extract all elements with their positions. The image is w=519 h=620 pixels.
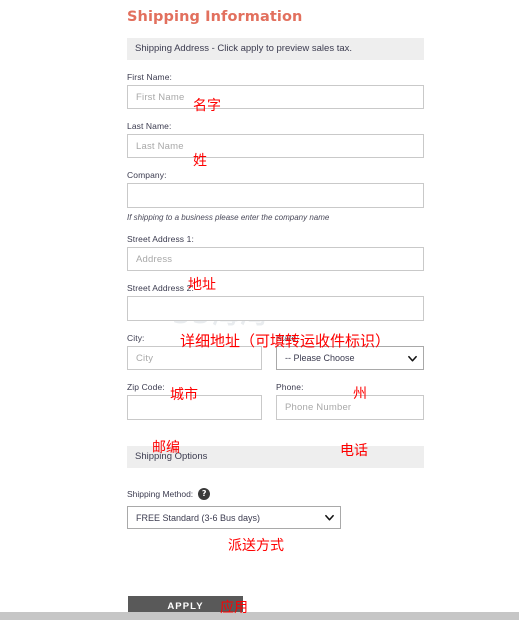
state-label: State: xyxy=(276,333,299,343)
shipping-method-selected-value: FREE Standard (3-6 Bus days) xyxy=(136,512,261,523)
first-name-input[interactable]: First Name xyxy=(127,85,424,109)
street-address-1-placeholder: Address xyxy=(136,253,173,265)
shipping-method-label: Shipping Method: xyxy=(127,489,194,499)
company-label: Company: xyxy=(127,170,167,180)
city-state-row: City: City State: -- Please Choose xyxy=(127,321,424,370)
zip-phone-row: Zip Code: Phone: Phone Number xyxy=(127,370,424,420)
shipping-information-page: 55海淘 Shipping Information Shipping Addre… xyxy=(0,0,519,620)
page-title: Shipping Information xyxy=(127,9,303,25)
state-selected-value: -- Please Choose xyxy=(285,353,355,363)
street-address-1-label: Street Address 1: xyxy=(127,234,194,244)
phone-label: Phone: xyxy=(276,382,304,392)
city-field-group: City: City xyxy=(127,321,262,370)
chevron-down-icon xyxy=(325,513,334,522)
phone-field-group: Phone: Phone Number xyxy=(276,370,424,420)
street-address-2-label: Street Address 2: xyxy=(127,283,194,293)
street-address-2-input[interactable] xyxy=(127,296,424,321)
last-name-label: Last Name: xyxy=(127,121,172,131)
shipping-options-section-header: Shipping Options xyxy=(127,446,424,468)
zip-code-input[interactable] xyxy=(127,395,262,420)
city-placeholder: City xyxy=(136,352,154,364)
phone-placeholder: Phone Number xyxy=(285,402,352,413)
zip-code-label: Zip Code: xyxy=(127,382,165,392)
street-address-1-input[interactable]: Address xyxy=(127,247,424,271)
phone-input[interactable]: Phone Number xyxy=(276,395,424,420)
shipping-address-section-header: Shipping Address - Click apply to previe… xyxy=(127,38,424,60)
shipping-method-select[interactable]: FREE Standard (3-6 Bus days) xyxy=(127,506,341,529)
first-name-placeholder: First Name xyxy=(136,91,185,103)
state-field-group: State: -- Please Choose xyxy=(276,321,424,370)
chevron-down-icon xyxy=(408,354,417,363)
last-name-input[interactable]: Last Name xyxy=(127,134,424,158)
first-name-label: First Name: xyxy=(127,72,173,82)
state-select[interactable]: -- Please Choose xyxy=(276,346,424,370)
question-mark-icon[interactable]: ? xyxy=(198,488,211,500)
city-input[interactable]: City xyxy=(127,346,262,370)
company-input[interactable] xyxy=(127,183,424,208)
city-label: City: xyxy=(127,333,145,343)
shipping-form: Shipping Information Shipping Address - … xyxy=(127,0,424,529)
shipping-method-row: Shipping Method: ? xyxy=(127,488,424,500)
horizontal-scrollbar[interactable] xyxy=(0,612,519,620)
annotation-shipping-method: 派送方式 xyxy=(228,538,284,554)
zip-field-group: Zip Code: xyxy=(127,370,262,420)
last-name-placeholder: Last Name xyxy=(136,140,184,152)
company-hint: If shipping to a business please enter t… xyxy=(127,213,330,222)
